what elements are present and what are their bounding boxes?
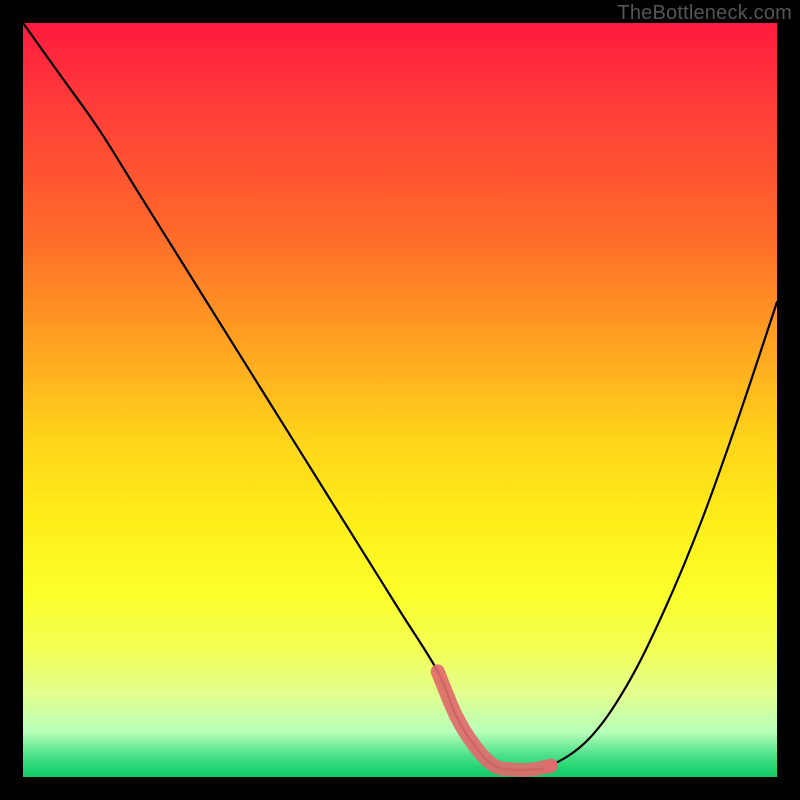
bottleneck-curve <box>23 23 777 777</box>
watermark-text: TheBottleneck.com <box>617 2 792 25</box>
chart-frame: TheBottleneck.com <box>0 0 800 800</box>
plot-area <box>23 23 777 777</box>
